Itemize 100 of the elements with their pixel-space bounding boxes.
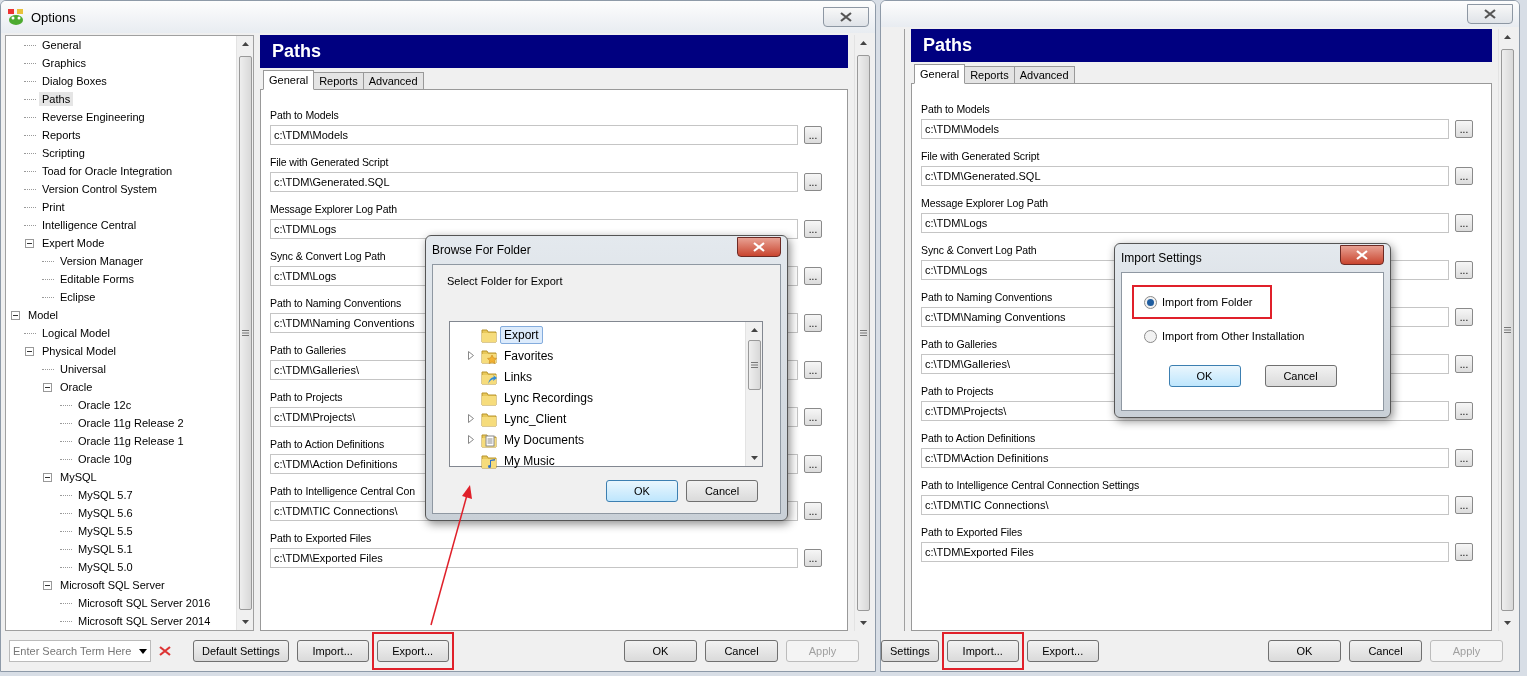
- tree-item[interactable]: Eclipse: [57, 290, 99, 304]
- button[interactable]: Import...: [296, 640, 369, 662]
- tree-item[interactable]: Paths: [39, 92, 74, 106]
- tab[interactable]: Advanced: [362, 72, 424, 90]
- browse-button[interactable]: ...: [804, 549, 822, 567]
- button[interactable]: Cancel: [686, 480, 758, 502]
- browse-button[interactable]: ...: [804, 220, 822, 238]
- scroll-down-icon[interactable]: [750, 456, 758, 460]
- expand-icon[interactable]: [468, 414, 474, 423]
- tree-item[interactable]: Expert Mode: [39, 236, 108, 250]
- collapse-icon[interactable]: [43, 472, 52, 482]
- tree-item[interactable]: MySQL 5.5: [75, 524, 136, 538]
- radio-button[interactable]: [1144, 295, 1157, 309]
- folder-item[interactable]: Lync Recordings: [500, 388, 597, 407]
- path-field[interactable]: c:\TDM\Exported Files: [270, 548, 798, 568]
- tree-item[interactable]: Graphics: [39, 56, 90, 70]
- browse-button[interactable]: ...: [1455, 496, 1473, 514]
- tree-item[interactable]: Scripting: [39, 146, 88, 160]
- tree-item[interactable]: Toad for Oracle Integration: [39, 164, 176, 178]
- tree-item[interactable]: MySQL 5.1: [75, 542, 136, 556]
- tree-item[interactable]: Microsoft SQL Server 2016: [75, 596, 214, 610]
- browse-button[interactable]: ...: [804, 314, 822, 332]
- tree-item[interactable]: Reports: [39, 128, 84, 142]
- button[interactable]: Import...: [946, 640, 1019, 662]
- button[interactable]: OK: [1168, 365, 1241, 387]
- tree-item[interactable]: Version Control System: [39, 182, 160, 196]
- scrollbar[interactable]: [1498, 29, 1515, 631]
- path-field[interactable]: c:\TDM\Models: [921, 119, 1449, 139]
- tree-item[interactable]: Oracle 10g: [75, 452, 135, 466]
- tree-item[interactable]: Print: [39, 200, 68, 214]
- browse-button[interactable]: ...: [1455, 214, 1473, 232]
- folder-item[interactable]: Lync_Client: [500, 409, 571, 428]
- expand-icon[interactable]: [468, 435, 474, 444]
- tree-item[interactable]: Microsoft SQL Server: [57, 578, 168, 592]
- path-field[interactable]: c:\TDM\Generated.SQL: [921, 166, 1449, 186]
- browse-button[interactable]: ...: [804, 408, 822, 426]
- tree-item[interactable]: Editable Forms: [57, 272, 137, 286]
- tree-item[interactable]: Dialog Boxes: [39, 74, 110, 88]
- scrollbar[interactable]: [236, 36, 253, 630]
- tree-item[interactable]: Oracle 11g Release 2: [75, 416, 187, 430]
- button[interactable]: Settings: [881, 640, 939, 662]
- folder-item[interactable]: My Music: [500, 451, 559, 470]
- browse-button[interactable]: ...: [804, 455, 822, 473]
- tree-item[interactable]: General: [39, 38, 85, 52]
- path-field[interactable]: c:\TDM\Exported Files: [921, 542, 1449, 562]
- path-field[interactable]: c:\TDM\TIC Connections\: [921, 495, 1449, 515]
- folder-item[interactable]: Favorites: [500, 346, 558, 365]
- button[interactable]: Cancel: [705, 640, 778, 662]
- collapse-icon[interactable]: [25, 238, 34, 248]
- path-field[interactable]: c:\TDM\Models: [270, 125, 798, 145]
- scroll-down-icon[interactable]: [1503, 621, 1511, 625]
- folder-item[interactable]: My Documents: [500, 430, 589, 449]
- scroll-up-icon[interactable]: [241, 42, 249, 46]
- browse-button[interactable]: ...: [804, 173, 822, 191]
- tree-item[interactable]: Oracle: [57, 380, 96, 394]
- browse-button[interactable]: ...: [1455, 402, 1473, 420]
- tree-item[interactable]: Universal: [57, 362, 109, 376]
- tab[interactable]: General: [263, 70, 315, 90]
- button[interactable]: OK: [1268, 640, 1341, 662]
- close-button[interactable]: [737, 237, 781, 257]
- collapse-icon[interactable]: [25, 346, 34, 356]
- tree-item[interactable]: Logical Model: [39, 326, 113, 340]
- browse-button[interactable]: ...: [1455, 543, 1473, 561]
- folder-list[interactable]: Export Favorites Links Lync Recordings Lync_Client My Documents My Music: [449, 321, 763, 467]
- tree-item[interactable]: MySQL: [57, 470, 100, 484]
- tree-item[interactable]: Oracle 12c: [75, 398, 135, 412]
- radio-button[interactable]: [1144, 329, 1157, 343]
- tree-item[interactable]: Version Manager: [57, 254, 147, 268]
- tree-item[interactable]: MySQL 5.6: [75, 506, 136, 520]
- tab[interactable]: Reports: [313, 72, 364, 90]
- tree-item[interactable]: Oracle 11g Release 1: [75, 434, 187, 448]
- scroll-up-icon[interactable]: [859, 41, 867, 45]
- close-button[interactable]: [1467, 4, 1513, 24]
- scroll-down-icon[interactable]: [241, 620, 249, 624]
- tab[interactable]: Reports: [964, 66, 1015, 84]
- browse-button[interactable]: ...: [1455, 355, 1473, 373]
- folder-item[interactable]: Links: [500, 367, 536, 386]
- scrollbar[interactable]: [854, 35, 871, 631]
- expand-icon[interactable]: [468, 351, 474, 360]
- browse-button[interactable]: ...: [1455, 120, 1473, 138]
- button[interactable]: Export...: [376, 640, 449, 662]
- browse-button[interactable]: ...: [1455, 167, 1473, 185]
- browse-button[interactable]: ...: [804, 126, 822, 144]
- browse-button[interactable]: ...: [804, 267, 822, 285]
- tree-item[interactable]: MySQL 5.0: [75, 560, 136, 574]
- folder-item[interactable]: Export: [500, 325, 543, 344]
- tree-item[interactable]: Microsoft SQL Server 2014: [75, 614, 214, 628]
- button[interactable]: Cancel: [1264, 365, 1337, 387]
- tree-item[interactable]: MySQL 5.7: [75, 488, 136, 502]
- tree-item[interactable]: Reverse Engineering: [39, 110, 148, 124]
- collapse-icon[interactable]: [11, 310, 20, 320]
- button[interactable]: OK: [624, 640, 697, 662]
- scroll-up-icon[interactable]: [1503, 35, 1511, 39]
- button[interactable]: Export...: [1026, 640, 1099, 662]
- tab[interactable]: General: [914, 64, 966, 84]
- tree-item[interactable]: Physical Model: [39, 344, 119, 358]
- browse-button[interactable]: ...: [804, 502, 822, 520]
- browse-button[interactable]: ...: [1455, 308, 1473, 326]
- collapse-icon[interactable]: [43, 580, 52, 590]
- button[interactable]: OK: [606, 480, 678, 502]
